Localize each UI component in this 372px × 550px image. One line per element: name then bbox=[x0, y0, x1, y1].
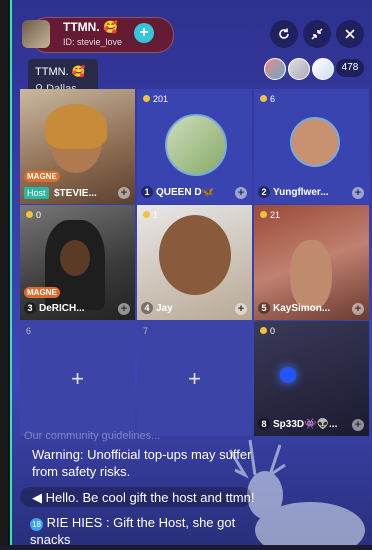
host-hair bbox=[45, 104, 107, 149]
tooltip-name: TTMN. 🥰 bbox=[35, 66, 86, 78]
seat-label: 5 KaySimon... bbox=[258, 302, 330, 314]
empty-seat-7[interactable]: 7 + bbox=[137, 321, 252, 436]
seat-8[interactable]: 0 8 Sp33D👾👽... + bbox=[254, 321, 369, 436]
user-level-badge: 18 bbox=[30, 518, 43, 531]
add-seat-button[interactable]: + bbox=[118, 303, 130, 315]
viewer-avatar[interactable] bbox=[312, 58, 334, 80]
viewer-avatar[interactable] bbox=[264, 58, 286, 80]
seat-label: 2 Yungflwer... bbox=[258, 186, 329, 198]
add-seat-button[interactable]: + bbox=[235, 187, 247, 199]
host-id: ID: stevie_love bbox=[63, 37, 123, 47]
announcement-text: Hello. Be cool gift the host and ttmn! bbox=[45, 490, 255, 505]
add-seat-button[interactable]: + bbox=[352, 187, 364, 199]
seat-1[interactable]: 201 1 QUEEN D🦋 + bbox=[137, 89, 252, 204]
seat-label: 3 DeRICH... bbox=[24, 302, 85, 314]
empty-seat-6[interactable]: 6 + bbox=[20, 321, 135, 436]
seat-avatar bbox=[165, 114, 227, 176]
seat-number: 6 bbox=[26, 326, 32, 336]
person-face bbox=[60, 240, 90, 276]
chat-username[interactable]: RIE HIES bbox=[47, 515, 103, 530]
seat-hearts: 0 bbox=[26, 210, 41, 220]
close-icon[interactable] bbox=[336, 20, 364, 48]
seat-label: $TEVIE... bbox=[54, 188, 97, 199]
add-seat-button[interactable]: + bbox=[352, 303, 364, 315]
seat-avatar bbox=[290, 117, 340, 167]
join-seat-icon[interactable]: + bbox=[71, 366, 84, 392]
seat-hearts: 201 bbox=[143, 94, 168, 104]
seat-hearts: 6 bbox=[260, 94, 275, 104]
seat-2[interactable]: 6 2 Yungflwer... + bbox=[254, 89, 369, 204]
seat-host[interactable]: MAGNE Host $TEVIE... + bbox=[20, 89, 135, 204]
refresh-icon[interactable] bbox=[270, 20, 298, 48]
seat-label: 4 Jay bbox=[141, 302, 173, 314]
megaphone-icon: ◀ bbox=[32, 490, 42, 505]
seat-4[interactable]: 1 4 Jay + bbox=[137, 205, 252, 320]
chat-warning: Warning: Unofficial top-ups may suffer f… bbox=[32, 447, 252, 479]
seat-number: 7 bbox=[143, 326, 149, 336]
seat-label: 8 Sp33D👾👽... bbox=[258, 418, 337, 430]
chat-announcement: ◀ Hello. Be cool gift the host and ttmn! bbox=[32, 489, 254, 506]
seat-hearts: 1 bbox=[143, 210, 158, 220]
blue-light bbox=[280, 367, 296, 383]
tile-badge: MAGNE bbox=[24, 171, 60, 182]
seat-5[interactable]: 21 5 KaySimon... + bbox=[254, 205, 369, 320]
seat-hearts: 21 bbox=[260, 210, 280, 220]
chat-faded-line: Our community guidelines... bbox=[24, 430, 161, 442]
follow-button[interactable]: + bbox=[134, 23, 154, 43]
seat-hearts: 0 bbox=[260, 326, 275, 336]
add-seat-button[interactable]: + bbox=[118, 187, 130, 199]
person-face bbox=[290, 240, 332, 310]
minimize-icon[interactable] bbox=[303, 20, 331, 48]
host-name: TTMN. 🥰 bbox=[63, 20, 118, 34]
seat-3[interactable]: 0 MAGNE 3 DeRICH... + bbox=[20, 205, 135, 320]
chat-message[interactable]: 18 RIE HIES : Gift the Host, she got sna… bbox=[30, 514, 270, 548]
host-avatar[interactable] bbox=[22, 20, 50, 48]
seat-label: 1 QUEEN D🦋 bbox=[141, 186, 214, 198]
viewer-count[interactable]: 478 bbox=[336, 59, 364, 77]
host-tag: Host bbox=[24, 187, 49, 199]
viewer-avatar[interactable] bbox=[288, 58, 310, 80]
join-seat-icon[interactable]: + bbox=[188, 366, 201, 392]
person-face bbox=[159, 215, 231, 295]
add-seat-button[interactable]: + bbox=[235, 303, 247, 315]
tile-badge: MAGNE bbox=[24, 287, 60, 298]
